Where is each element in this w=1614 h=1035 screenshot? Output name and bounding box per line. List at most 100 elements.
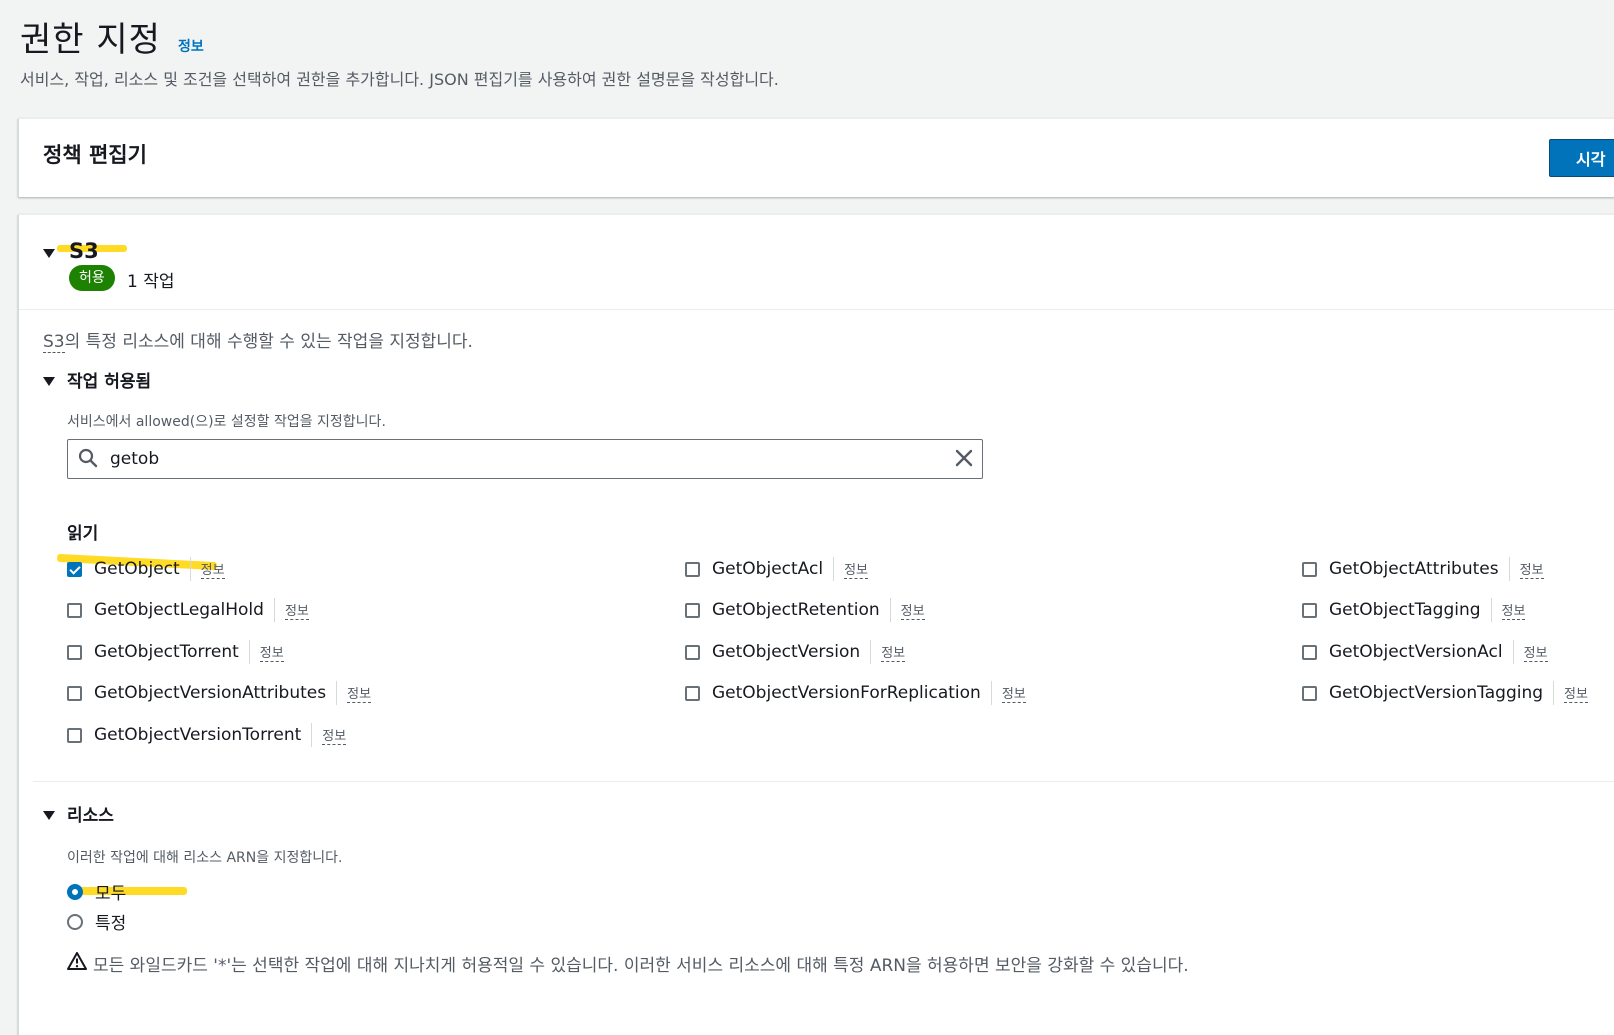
action-item[interactable]: GetObjectVersionAcl 정보 — [1302, 638, 1548, 666]
action-label[interactable]: GetObjectTagging — [1329, 600, 1481, 620]
action-checkbox[interactable] — [67, 685, 82, 701]
action-label[interactable]: GetObject — [94, 559, 180, 579]
s3-service-card: S3 허용 1 작업 S3의 특정 리소스에 대해 수행할 수 있는 작업을 지… — [18, 214, 1614, 1035]
action-info-link[interactable]: 정보 — [844, 559, 868, 579]
action-separator — [889, 598, 891, 622]
action-info-link[interactable]: 정보 — [881, 642, 906, 662]
resources-section-description: 이러한 작업에 대해 리소스 ARN을 지정합니다. — [67, 850, 343, 866]
action-info-link[interactable]: 정보 — [1564, 683, 1588, 703]
section-divider — [33, 781, 1614, 782]
search-icon — [78, 448, 98, 472]
action-label[interactable]: GetObjectVersion — [712, 642, 860, 662]
action-search-box — [67, 439, 983, 479]
action-info-link[interactable]: 정보 — [1501, 600, 1526, 620]
page-title: 권한 지정 — [20, 20, 161, 60]
action-label[interactable]: GetObjectLegalHold — [94, 600, 264, 620]
visual-editor-button[interactable]: 시각 — [1549, 139, 1614, 177]
radio-specific[interactable] — [67, 913, 83, 930]
action-checkbox[interactable] — [685, 685, 700, 701]
action-info-link[interactable]: 정보 — [347, 683, 372, 703]
resources-section-title: 리소스 — [67, 806, 114, 826]
action-checkbox[interactable] — [1302, 561, 1317, 577]
action-info-link[interactable]: 정보 — [322, 725, 347, 745]
action-item[interactable]: GetObjectVersionTorrent 정보 — [67, 721, 347, 749]
resource-option-all-label[interactable]: 모두 — [95, 879, 126, 904]
action-separator — [1490, 598, 1492, 622]
action-item[interactable]: GetObjectTorrent 정보 — [67, 638, 284, 666]
action-label[interactable]: GetObjectVersionAcl — [1329, 642, 1503, 662]
action-info-link[interactable]: 정보 — [1519, 559, 1544, 579]
action-label[interactable]: GetObjectVersionForReplication — [712, 683, 981, 703]
title-info-link[interactable]: 정보 — [178, 36, 204, 56]
action-separator — [273, 598, 275, 622]
action-item[interactable]: GetObjectAttributes 정보 — [1302, 555, 1544, 583]
action-info-link[interactable]: 정보 — [284, 600, 309, 620]
action-separator — [336, 681, 338, 705]
s3-service-header: S3 허용 1 작업 — [19, 215, 1614, 310]
action-label[interactable]: GetObjectAttributes — [1329, 559, 1499, 579]
warning-text: 모든 와일드카드 '*'는 선택한 작업에 대해 지나치게 허용적일 수 있습니… — [93, 956, 1189, 976]
action-checkbox[interactable] — [67, 602, 82, 618]
resource-option-specific-label[interactable]: 특정 — [95, 909, 126, 934]
policy-editor-title: 정책 편집기 — [43, 143, 147, 167]
action-label[interactable]: GetObjectRetention — [712, 600, 880, 620]
action-checkbox[interactable] — [685, 602, 700, 618]
actions-section-title: 작업 허용됨 — [67, 372, 152, 392]
action-separator — [1553, 681, 1555, 705]
actions-section-description: 서비스에서 allowed(으)로 설정할 작업을 지정합니다. — [67, 414, 386, 430]
service-description-text: 의 특정 리소스에 대해 수행할 수 있는 작업을 지정합니다. — [64, 332, 473, 352]
s3-collapse-caret-icon[interactable] — [43, 249, 55, 258]
action-separator — [189, 557, 191, 581]
action-separator — [1512, 640, 1514, 664]
action-item[interactable]: GetObject 정보 — [67, 555, 225, 583]
action-checkbox[interactable] — [685, 644, 700, 660]
action-label[interactable]: GetObjectTorrent — [94, 642, 239, 662]
action-separator — [248, 640, 250, 664]
action-item[interactable]: GetObjectAcl 정보 — [685, 555, 868, 583]
resources-collapse-caret-icon[interactable] — [43, 811, 55, 820]
service-description: S3의 특정 리소스에 대해 수행할 수 있는 작업을 지정합니다. — [43, 327, 473, 353]
action-search-input[interactable] — [108, 444, 932, 474]
service-name-term[interactable]: S3 — [43, 332, 65, 353]
resource-option-specific[interactable]: 특정 — [67, 909, 126, 934]
action-checkbox[interactable] — [67, 644, 82, 660]
actions-collapse-caret-icon[interactable] — [43, 377, 55, 386]
action-checkbox[interactable] — [1302, 644, 1317, 660]
action-separator — [833, 557, 835, 581]
action-info-link[interactable]: 정보 — [900, 600, 925, 620]
action-separator — [990, 681, 992, 705]
policy-editor-card: 정책 편집기 시각 — [18, 118, 1614, 197]
action-separator — [311, 723, 313, 747]
action-info-link[interactable]: 정보 — [1523, 642, 1548, 662]
action-info-link[interactable]: 정보 — [200, 559, 225, 579]
action-checkbox[interactable] — [67, 727, 82, 743]
warning-icon — [67, 952, 87, 975]
action-item[interactable]: GetObjectLegalHold 정보 — [67, 596, 309, 624]
action-label[interactable]: GetObjectAcl — [712, 559, 823, 579]
action-checkbox[interactable] — [685, 561, 700, 577]
action-item[interactable]: GetObjectVersionAttributes 정보 — [67, 679, 372, 707]
action-item[interactable]: GetObjectVersionForReplication 정보 — [685, 679, 1026, 707]
action-info-link[interactable]: 정보 — [259, 642, 284, 662]
action-label[interactable]: GetObjectVersionTagging — [1329, 683, 1543, 703]
action-label[interactable]: GetObjectVersionTorrent — [94, 725, 301, 745]
page-description: 서비스, 작업, 리소스 및 조건을 선택하여 권한을 추가합니다. JSON … — [20, 70, 779, 89]
action-item[interactable]: GetObjectVersion 정보 — [685, 638, 906, 666]
action-item[interactable]: GetObjectVersionTagging 정보 — [1302, 679, 1588, 707]
effect-badge: 허용 — [69, 265, 115, 291]
clear-search-icon[interactable] — [954, 448, 974, 472]
resource-option-all[interactable]: 모두 — [67, 879, 126, 904]
service-name: S3 — [69, 239, 99, 263]
action-info-link[interactable]: 정보 — [1001, 683, 1026, 703]
action-item[interactable]: GetObjectTagging 정보 — [1302, 596, 1526, 624]
wildcard-warning: 모든 와일드카드 '*'는 선택한 작업에 대해 지나치게 허용적일 수 있습니… — [67, 951, 1189, 976]
action-separator — [1508, 557, 1510, 581]
action-label[interactable]: GetObjectVersionAttributes — [94, 683, 326, 703]
action-item[interactable]: GetObjectRetention 정보 — [685, 596, 925, 624]
action-separator — [870, 640, 872, 664]
radio-all[interactable] — [67, 883, 83, 900]
action-checkbox[interactable] — [67, 561, 82, 577]
action-checkbox[interactable] — [1302, 685, 1317, 701]
read-group-title: 읽기 — [67, 524, 99, 544]
action-checkbox[interactable] — [1302, 602, 1317, 618]
